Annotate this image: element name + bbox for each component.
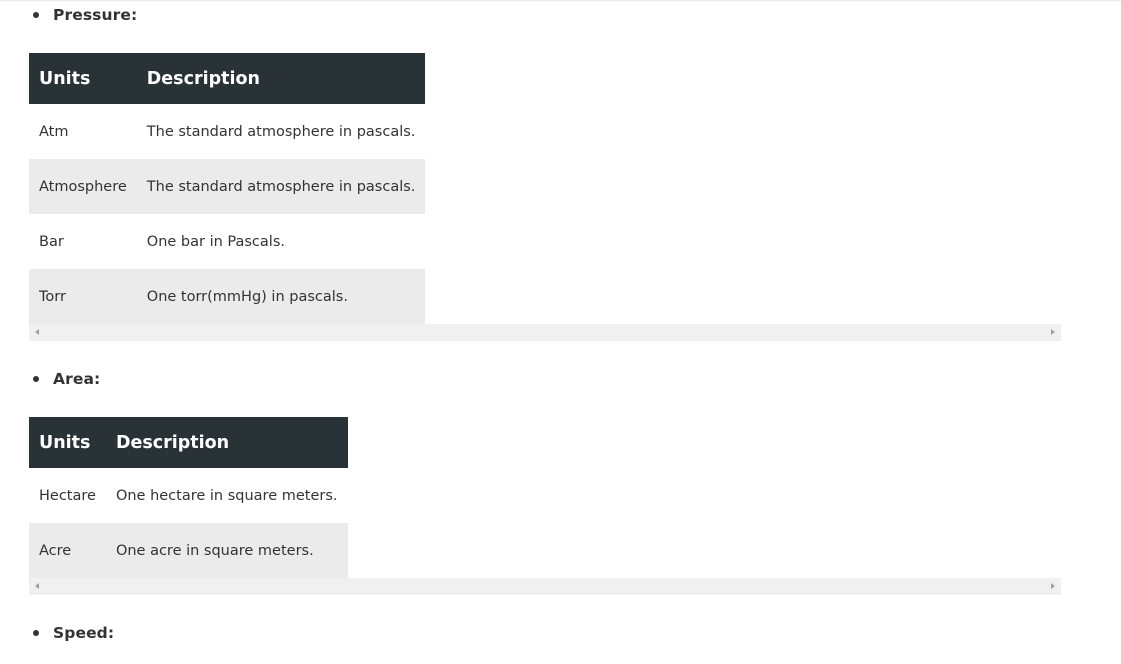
description-cell: One torr(mmHg) in pascals.: [136, 269, 426, 324]
column-header-description: Description: [136, 53, 426, 104]
bullet-icon: [33, 12, 39, 18]
unit-cell: Hectare: [39, 487, 96, 504]
unit-cell: Bar: [39, 233, 64, 250]
pressure-table-container: Units Description Atm The standard atmos…: [29, 53, 1061, 341]
section-title: Speed:: [53, 624, 115, 642]
description-cell: The standard atmosphere in pascals.: [136, 159, 426, 214]
table-row: Torr One torr(mmHg) in pascals.: [29, 269, 426, 324]
bullet-icon: [33, 630, 39, 636]
area-table: Units Description Hectare One hectare in…: [29, 417, 348, 578]
table-row: Acre One acre in square meters.: [29, 523, 348, 578]
section-title: Pressure:: [53, 6, 138, 24]
unit-cell: Atmosphere: [29, 159, 137, 214]
table-header-row: Units Description: [29, 53, 426, 104]
area-table-container: Units Description Hectare One hectare in…: [29, 417, 1061, 595]
unit-cell: Atm: [39, 123, 69, 140]
top-shadow: [0, 0, 1121, 2]
section-title: Area:: [53, 370, 101, 388]
table-row: Atm The standard atmosphere in pascals.: [29, 104, 425, 159]
section-pressure: Pressure:: [33, 6, 137, 24]
description-cell: One hectare in square meters.: [115, 487, 338, 504]
bullet-icon: [33, 376, 39, 382]
pressure-table: Units Description Atm The standard atmos…: [29, 53, 426, 324]
column-header-units: Units: [29, 53, 137, 104]
column-header-description: Description: [105, 417, 348, 468]
description-cell: One acre in square meters.: [105, 523, 348, 578]
scroll-left-arrow-icon[interactable]: [35, 329, 39, 335]
description-cell: One bar in Pascals.: [146, 233, 285, 250]
table-header-row: Units Description: [29, 417, 348, 468]
description-cell: The standard atmosphere in pascals.: [146, 123, 416, 140]
scroll-left-arrow-icon[interactable]: [35, 583, 39, 589]
scroll-right-arrow-icon[interactable]: [1051, 583, 1055, 589]
table-row: Bar One bar in Pascals.: [29, 214, 425, 269]
horizontal-scrollbar[interactable]: [29, 324, 1061, 341]
table-row: Hectare One hectare in square meters.: [29, 468, 348, 523]
table-row: Atmosphere The standard atmosphere in pa…: [29, 159, 426, 214]
scroll-right-arrow-icon[interactable]: [1051, 329, 1055, 335]
horizontal-scrollbar[interactable]: [29, 578, 1061, 595]
section-area: Area:: [33, 370, 100, 388]
unit-cell: Torr: [29, 269, 137, 324]
unit-cell: Acre: [29, 523, 106, 578]
column-header-units: Units: [29, 417, 106, 468]
section-speed: Speed:: [33, 624, 114, 642]
